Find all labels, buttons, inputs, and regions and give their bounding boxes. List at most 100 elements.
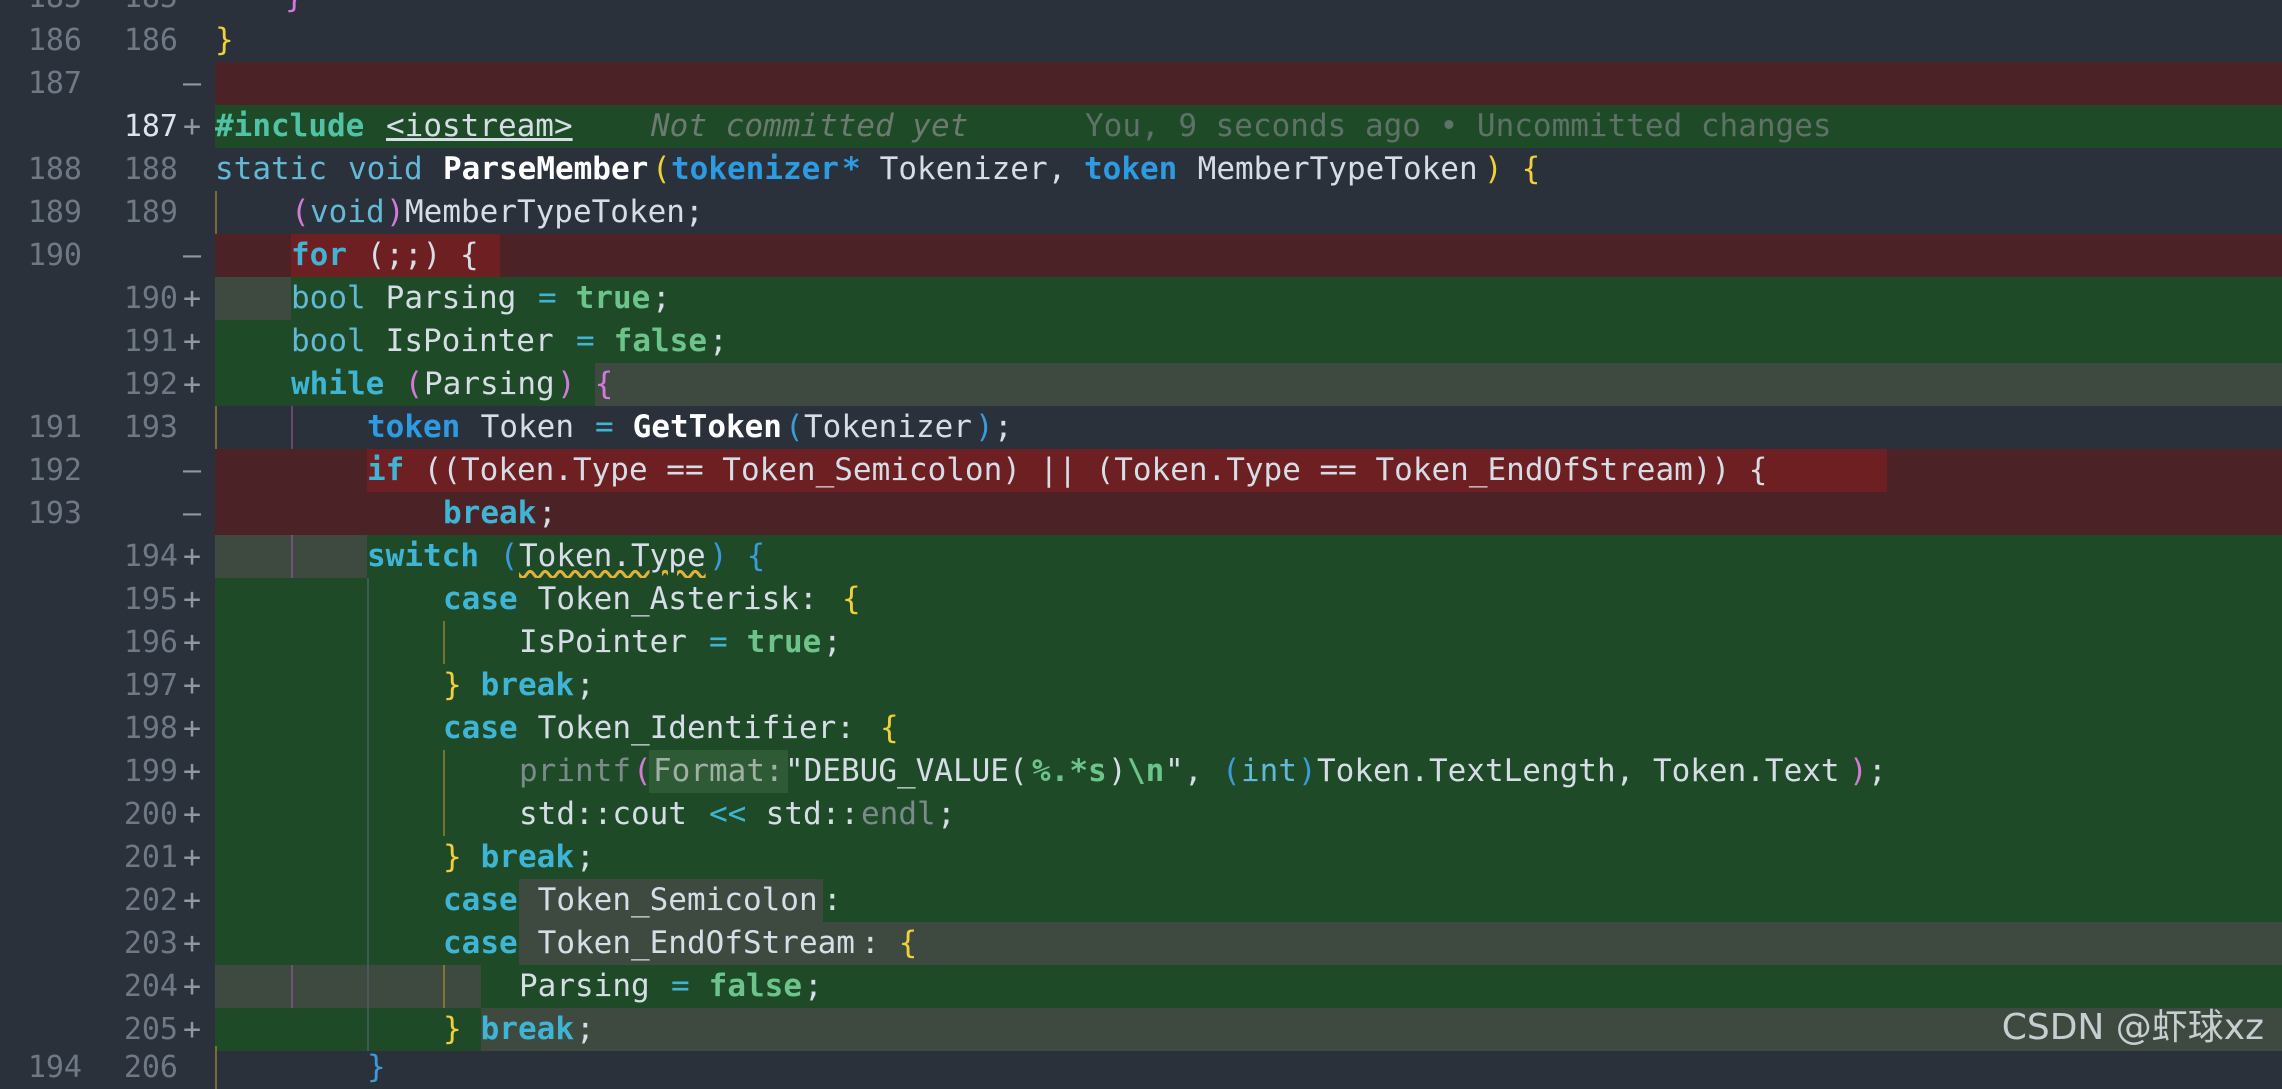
gutter: 193 — xyxy=(0,492,215,535)
code-content[interactable]: } break ; xyxy=(215,836,2282,879)
operator: << xyxy=(709,796,747,832)
condition-with-warning[interactable]: Token.Type xyxy=(519,535,706,578)
stream-object: std::cout xyxy=(519,796,706,832)
code-line[interactable]: 186 186 } xyxy=(0,19,2282,62)
code-content[interactable]: } xyxy=(215,1046,2282,1089)
code-content[interactable]: case Token_EndOfStream : { xyxy=(215,922,2282,965)
new-line-number: 198 xyxy=(123,711,178,746)
code-content[interactable]: for (;;) { xyxy=(215,234,2282,277)
include-header-link[interactable]: <iostream> xyxy=(386,105,573,148)
function-call[interactable]: printf xyxy=(519,750,631,793)
case-label: Token_Identifier: xyxy=(519,710,874,746)
added-line[interactable]: 201 + } break ; xyxy=(0,836,2282,879)
code-line[interactable]: 188 188 static void ParseMember ( tokeni… xyxy=(0,148,2282,191)
code-line[interactable]: 189 189 ( void ) MemberTypeToken; xyxy=(0,191,2282,234)
indent-guide xyxy=(367,793,369,836)
code-content[interactable]: if ((Token.Type == Token_Semicolon) || (… xyxy=(215,449,2282,492)
case-label: Token_Asterisk: xyxy=(519,581,837,617)
code-content[interactable]: ( void ) MemberTypeToken; xyxy=(215,191,2282,234)
condition: ((Token.Type == Token_Semicolon) || (Tok… xyxy=(405,452,1768,488)
code-content[interactable]: switch ( Token.Type ) { xyxy=(215,535,2282,578)
brace: } xyxy=(367,1049,386,1085)
code-content[interactable]: token Token = GetToken ( Tokenizer ) ; xyxy=(215,406,2282,449)
code-content[interactable]: } break ; xyxy=(215,664,2282,707)
code-content[interactable]: case Token_Semicolon : xyxy=(215,879,2282,922)
code-content[interactable]: case Token_Asterisk: { xyxy=(215,578,2282,621)
code-content[interactable]: #include <iostream> Not committed yet Yo… xyxy=(215,105,2282,148)
code-content[interactable]: } break ; xyxy=(215,1008,2282,1051)
code-content[interactable]: IsPointer = true ; xyxy=(215,621,2282,664)
keyword-case: case xyxy=(443,925,518,961)
added-line[interactable]: 202 + case Token_Semicolon : xyxy=(0,879,2282,922)
code-content[interactable]: bool IsPointer = false ; xyxy=(215,320,2282,363)
code-content[interactable]: case Token_Identifier: { xyxy=(215,707,2282,750)
added-line[interactable]: 194 + switch ( Token.Type ) { xyxy=(0,535,2282,578)
deleted-line[interactable]: 190 — for (;;) { xyxy=(0,234,2282,277)
added-line[interactable]: 200 + std::cout << std:: endl ; xyxy=(0,793,2282,836)
paren: ( xyxy=(386,366,424,402)
new-line-number: 200 xyxy=(123,797,178,832)
code-editor[interactable]: 185 185 } 186 186 } 187 — 187 + #include xyxy=(0,0,2282,1089)
semicolon: ; xyxy=(709,323,728,359)
deleted-line[interactable]: 193 — break ; xyxy=(0,492,2282,535)
added-line[interactable]: 198 + case Token_Identifier: { xyxy=(0,707,2282,750)
code-content[interactable]: printf ( Format: "DEBUG_VALUE( %.*s ) \n… xyxy=(215,750,2282,793)
escape-sequence: \n xyxy=(1127,753,1165,789)
code-content[interactable]: static void ParseMember ( tokenizer * To… xyxy=(215,148,2282,191)
added-line[interactable]: 199 + printf ( Format: "DEBUG_VALUE( %.*… xyxy=(0,750,2282,793)
added-line[interactable]: 192 + while ( Parsing ) { xyxy=(0,363,2282,406)
added-line[interactable]: 187 + #include <iostream> Not committed … xyxy=(0,105,2282,148)
code-line[interactable]: 191 193 token Token = GetToken ( Tokeniz… xyxy=(0,406,2282,449)
format-specifier: %.*s xyxy=(1032,753,1107,789)
function-call[interactable]: GetToken xyxy=(614,406,782,449)
gutter: 192 + xyxy=(0,363,215,406)
function-name[interactable]: ParseMember xyxy=(443,148,648,191)
code-line[interactable]: 194 206 } xyxy=(0,1046,2282,1089)
paren: ) xyxy=(709,538,728,574)
code-content[interactable] xyxy=(215,62,2282,105)
diff-addition-marker: + xyxy=(182,582,202,617)
diff-addition-marker: + xyxy=(182,367,202,402)
added-line[interactable]: 190 + bool Parsing = true ; xyxy=(0,277,2282,320)
added-line[interactable]: 196 + IsPointer = true ; xyxy=(0,621,2282,664)
case-label: Token_EndOfStream xyxy=(519,925,855,961)
statement-text: MemberTypeToken; xyxy=(405,194,704,230)
type-name: token xyxy=(1084,151,1178,187)
keyword-static: static xyxy=(215,151,327,187)
indent-guide xyxy=(291,406,293,449)
new-line-number: 194 xyxy=(123,539,178,574)
keyword-int: int xyxy=(1241,753,1297,789)
gutter: 205 + xyxy=(0,1008,215,1051)
added-line[interactable]: 204 + Parsing = false ; xyxy=(0,965,2282,1008)
added-line[interactable]: 197 + } break ; xyxy=(0,664,2282,707)
keyword-if: if xyxy=(367,452,405,488)
code-content[interactable]: Parsing = false ; xyxy=(215,965,2282,1008)
addition-highlight xyxy=(215,965,481,1008)
added-line[interactable]: 203 + case Token_EndOfStream : { xyxy=(0,922,2282,965)
gutter: 189 189 xyxy=(0,191,215,234)
gutter: 199 + xyxy=(0,750,215,793)
deleted-line[interactable]: 187 — xyxy=(0,62,2282,105)
diff-addition-marker: + xyxy=(182,969,202,1004)
paren: ( xyxy=(481,538,519,574)
variable-name: Token xyxy=(462,409,593,445)
semicolon: ; xyxy=(576,839,595,875)
code-content[interactable]: while ( Parsing ) { xyxy=(215,363,2282,406)
code-content[interactable]: } xyxy=(215,0,2282,19)
added-line[interactable]: 195 + case Token_Asterisk: { xyxy=(0,578,2282,621)
code-line[interactable]: 185 185 } xyxy=(0,0,2282,19)
keyword-while: while xyxy=(291,366,385,402)
added-line[interactable]: 191 + bool IsPointer = false ; xyxy=(0,320,2282,363)
diff-addition-marker: + xyxy=(182,281,202,316)
code-content[interactable]: break ; xyxy=(215,492,2282,535)
diff-deletion-marker: — xyxy=(182,496,202,531)
indent-guide xyxy=(367,1008,369,1051)
added-line[interactable]: 205 + } break ; xyxy=(0,1008,2282,1051)
code-content[interactable]: } xyxy=(215,19,2282,62)
indent-guide xyxy=(367,664,369,707)
keyword-break: break xyxy=(462,1011,574,1047)
code-content[interactable]: std::cout << std:: endl ; xyxy=(215,793,2282,836)
semicolon: ; xyxy=(823,624,842,660)
code-content[interactable]: bool Parsing = true ; xyxy=(215,277,2282,320)
deleted-line[interactable]: 192 — if ((Token.Type == Token_Semicolon… xyxy=(0,449,2282,492)
